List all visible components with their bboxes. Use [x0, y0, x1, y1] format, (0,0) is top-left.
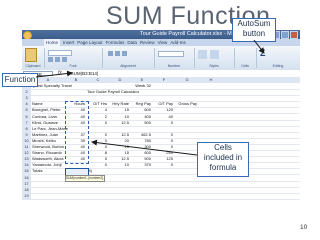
page-number: 10 — [300, 224, 308, 231]
slide: SUM Function Tour Guide Payroll Calculat… — [0, 0, 320, 240]
autosum-arrow — [253, 39, 265, 54]
cells-arrow — [91, 139, 198, 156]
callout-arrows — [35, 39, 265, 156]
function-arrow — [35, 70, 73, 78]
